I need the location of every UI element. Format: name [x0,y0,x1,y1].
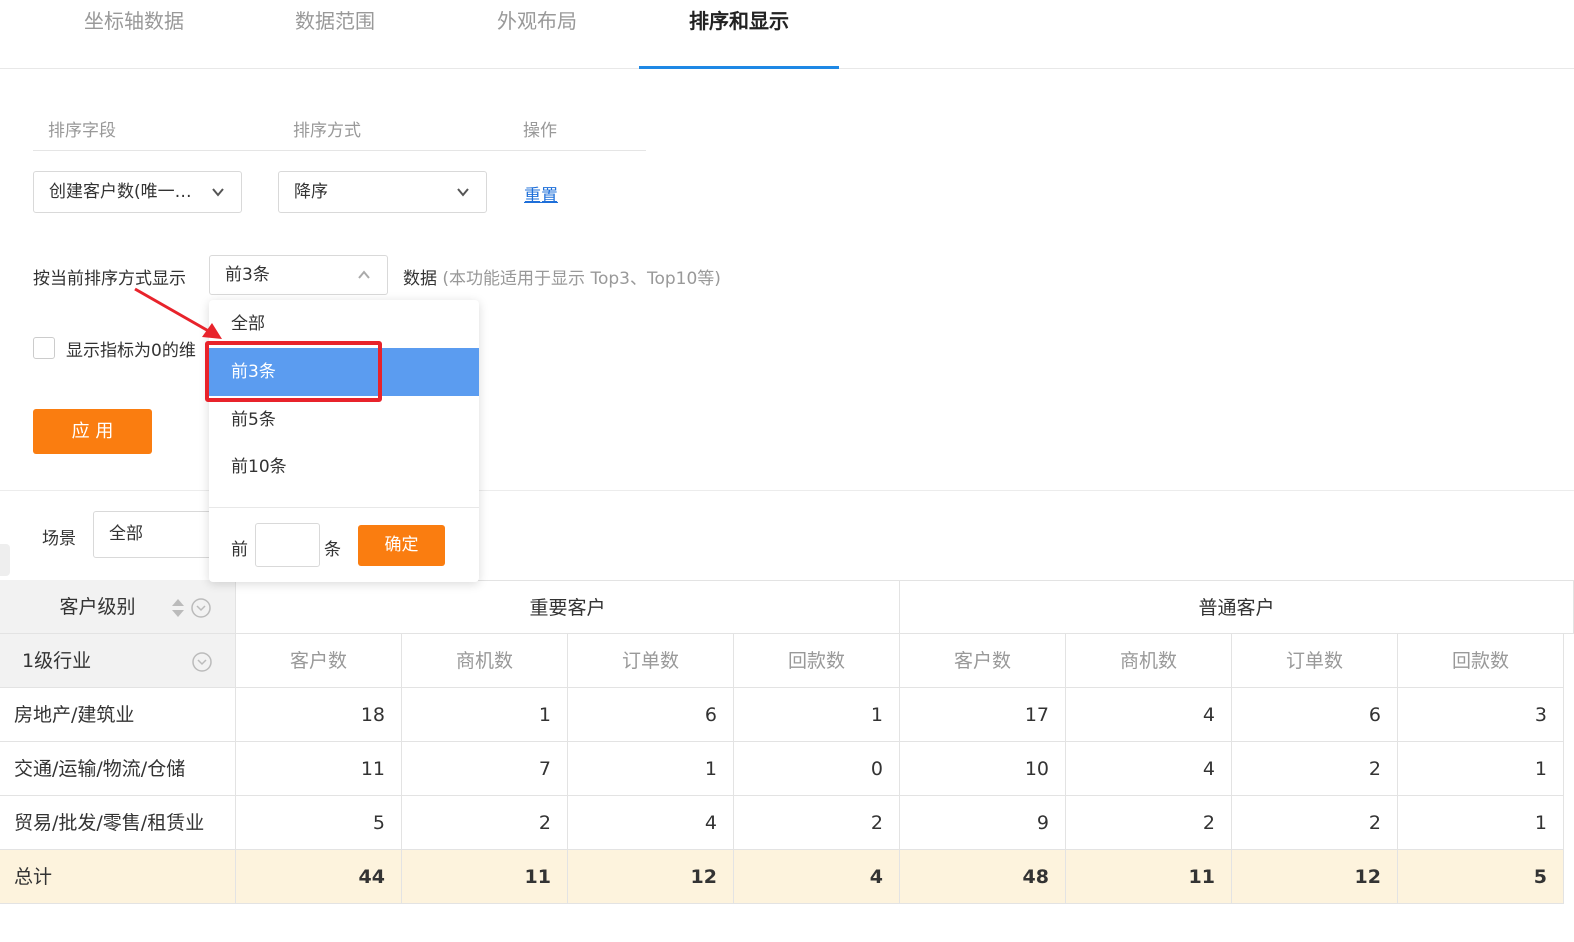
header-sort-field: 排序字段 [48,121,116,141]
option-top5[interactable]: 前5条 [209,396,479,444]
row-dim-header-label: 客户级别 [59,596,136,618]
table-cell: 1 [734,688,900,742]
top-n-select[interactable]: 前3条 [209,255,388,295]
table-cell: 7 [402,742,568,796]
table-cell: 1 [1398,742,1564,796]
total-cell: 5 [1398,850,1564,904]
table-cell: 6 [568,688,734,742]
custom-prefix: 前 [231,540,248,560]
show-zero-checkbox[interactable] [33,337,55,359]
chevron-circle-down-icon[interactable] [191,651,213,673]
tab-axis-data[interactable]: 坐标轴数据 [34,0,234,69]
table-cell: 2 [402,796,568,850]
tab-sort-display[interactable]: 排序和显示 [639,0,839,69]
sort-toggle-icon[interactable] [169,597,213,619]
table-cell: 2 [734,796,900,850]
annotation-arrow-icon [134,287,222,339]
total-cell: 4 [734,850,900,904]
display-hint: (本功能适用于显示 Top3、Top10等) [442,269,721,289]
active-tab-indicator [639,66,839,69]
total-row-label: 总计 [0,850,236,904]
table-cell: 6 [1232,688,1398,742]
table-cell: 17 [900,688,1066,742]
group-header-normal: 普通客户 [900,580,1574,634]
top-n-value: 前3条 [225,265,270,285]
scene-label: 场景 [42,529,76,549]
total-cell: 48 [900,850,1066,904]
table-cell: 1 [1398,796,1564,850]
confirm-button[interactable]: 确定 [358,525,445,566]
row-label: 贸易/批发/零售/租赁业 [0,796,236,850]
row-label: 房地产/建筑业 [0,688,236,742]
dropdown-divider [209,507,479,508]
display-suffix: 数据 (本功能适用于显示 Top3、Top10等) [403,264,721,289]
table-cell: 2 [1066,796,1232,850]
total-cell: 44 [236,850,402,904]
sort-field-select[interactable]: 创建客户数(唯一… [33,171,242,213]
col-dim-header-label: 1级行业 [22,650,92,672]
table-cell: 0 [734,742,900,796]
measure-header[interactable]: 客户数 [236,634,402,688]
table-cell: 4 [568,796,734,850]
row-label: 交通/运输/物流/仓储 [0,742,236,796]
measure-header[interactable]: 订单数 [1232,634,1398,688]
measure-header[interactable]: 订单数 [568,634,734,688]
sort-field-value: 创建客户数(唯一… [49,182,192,202]
group-header-important: 重要客户 [236,580,900,634]
table-cell: 18 [236,688,402,742]
measure-header[interactable]: 客户数 [900,634,1066,688]
chevron-down-icon [212,188,224,197]
sort-table-header: 排序字段 排序方式 操作 [33,104,646,151]
resize-handle[interactable] [0,544,10,576]
table-cell: 11 [236,742,402,796]
tab-data-range[interactable]: 数据范围 [235,0,435,69]
table-cell: 1 [568,742,734,796]
table-cell: 1 [402,688,568,742]
sort-method-value: 降序 [294,182,328,202]
table-cell: 4 [1066,742,1232,796]
total-cell: 11 [1066,850,1232,904]
total-cell: 11 [402,850,568,904]
scene-select[interactable]: 全部 [93,511,223,558]
table-cell: 10 [900,742,1066,796]
total-cell: 12 [1232,850,1398,904]
reset-link[interactable]: 重置 [524,181,558,206]
chevron-up-icon [358,270,370,279]
table-cell: 9 [900,796,1066,850]
table-cell: 2 [1232,796,1398,850]
apply-button[interactable]: 应 用 [33,409,152,454]
custom-suffix: 条 [324,540,341,560]
sort-method-select[interactable]: 降序 [278,171,487,213]
header-action: 操作 [523,121,557,141]
measure-header[interactable]: 商机数 [1066,634,1232,688]
total-cell: 12 [568,850,734,904]
header-sort-method: 排序方式 [293,121,361,141]
tab-appearance[interactable]: 外观布局 [437,0,637,69]
tab-bar: 坐标轴数据 数据范围 外观布局 排序和显示 [0,0,1574,69]
measure-header[interactable]: 商机数 [402,634,568,688]
measure-header[interactable]: 回款数 [1398,634,1564,688]
scene-value: 全部 [109,524,143,544]
custom-count-input[interactable] [255,523,320,567]
chevron-down-icon [457,188,469,197]
table-cell: 3 [1398,688,1564,742]
measure-header[interactable]: 回款数 [734,634,900,688]
display-suffix-text: 数据 [403,269,437,289]
table-cell: 4 [1066,688,1232,742]
annotation-highlight [205,341,382,402]
table-cell: 5 [236,796,402,850]
option-top10[interactable]: 前10条 [209,443,479,491]
table-cell: 2 [1232,742,1398,796]
